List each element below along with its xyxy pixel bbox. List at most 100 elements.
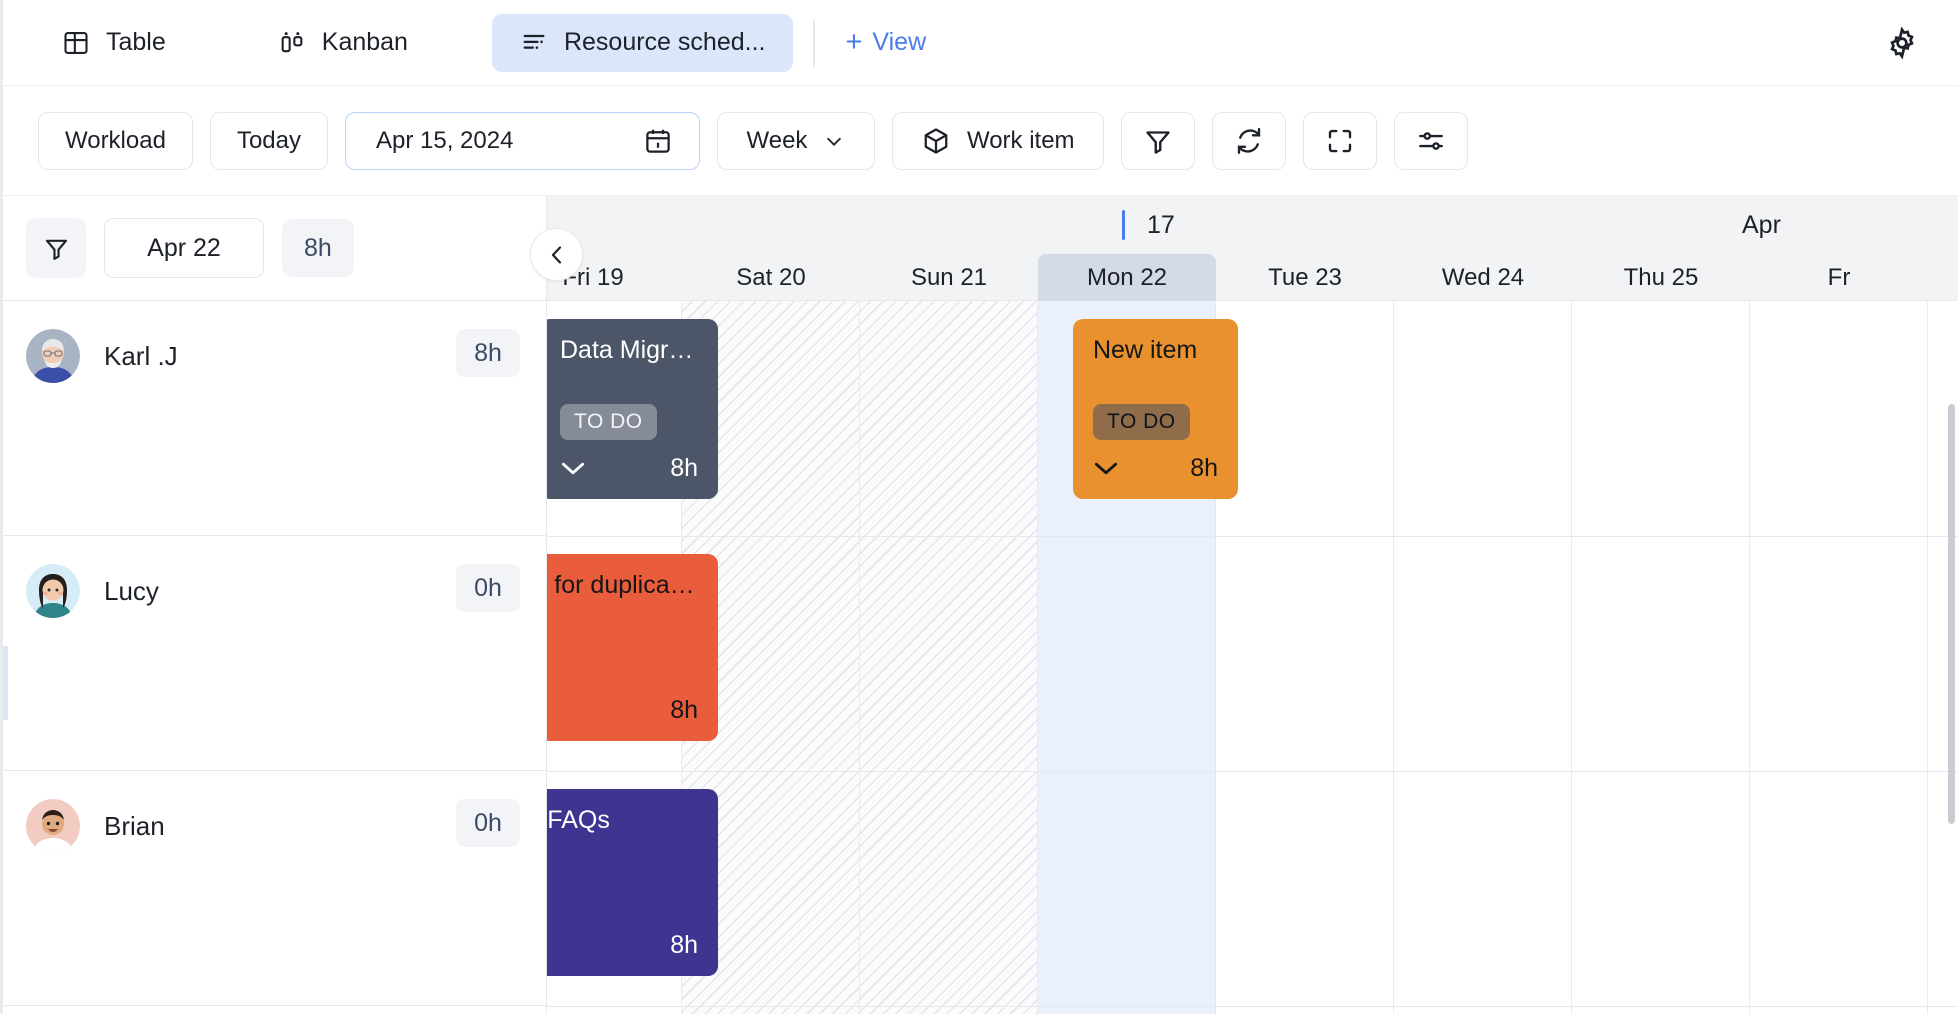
view-bar-right	[1880, 21, 1958, 65]
table-icon	[62, 29, 90, 57]
refresh-button[interactable]	[1212, 112, 1286, 170]
timeline-month-label: Apr	[1742, 196, 1781, 254]
date-picker[interactable]: Apr 15, 2024	[345, 112, 700, 170]
timeline-day-label: Sun 21	[911, 264, 987, 292]
avatar-brian	[26, 799, 80, 853]
timeline-month-label: 17	[1122, 196, 1175, 254]
task-card-hours: 8h	[1190, 454, 1218, 483]
zoom-level-label: Week	[747, 127, 808, 155]
tab-resource-scheduler-label: Resource sched...	[564, 28, 766, 57]
zoom-level-select[interactable]: Week	[717, 112, 875, 170]
collapse-panel-button[interactable]	[530, 228, 583, 281]
resource-total-hours: 8h	[282, 219, 354, 277]
task-card-hours: 8h	[670, 454, 698, 483]
cube-icon	[921, 126, 951, 156]
timeline-task-card[interactable]: Data Migra...TO DO8h	[540, 319, 718, 499]
resource-row-karl[interactable]: Karl .J 8h	[0, 301, 546, 536]
resource-hours-badge: 0h	[456, 564, 520, 612]
resource-total-hours-value: 8h	[304, 234, 332, 263]
kanban-icon	[278, 29, 306, 57]
timeline-day-label: Wed 24	[1442, 264, 1524, 292]
resource-scheduler-app: Table Kanban	[0, 0, 1958, 1014]
task-card-footer: 8h	[1093, 454, 1218, 483]
timeline-day-column[interactable]	[1394, 301, 1572, 1014]
timeline-day-header[interactable]: Sat 20	[682, 254, 860, 301]
timeline-task-card[interactable]: New item TO DO8h	[1073, 319, 1238, 499]
tab-kanban-label: Kanban	[322, 28, 408, 57]
chevron-left-icon	[545, 243, 569, 267]
view-tab-bar: Table Kanban	[0, 0, 1958, 86]
today-button[interactable]: Today	[210, 112, 328, 170]
vertical-scrollbar[interactable]	[1948, 404, 1955, 824]
timeline-day-label: Thu 25	[1624, 264, 1699, 292]
workload-button[interactable]: Workload	[38, 112, 193, 170]
timeline-day-label: Mon 22	[1087, 264, 1167, 292]
task-card-hours: 8h	[670, 696, 698, 725]
refresh-icon	[1234, 126, 1264, 156]
resource-panel-header: Apr 22 8h	[0, 196, 546, 301]
task-status-badge: TO DO	[1093, 404, 1190, 440]
resource-hours-badge: 8h	[456, 329, 520, 377]
timeline-weekend-column[interactable]	[860, 301, 1038, 1014]
calendar-icon	[643, 126, 673, 156]
date-picker-value: Apr 15, 2024	[376, 127, 513, 155]
workload-label: Workload	[65, 127, 166, 155]
resource-filter-button[interactable]	[26, 218, 86, 278]
task-card-title: New item	[1093, 335, 1218, 365]
timeline-day-column[interactable]	[1216, 301, 1394, 1014]
resource-panel: Apr 22 8h	[0, 196, 547, 1014]
chevron-down-icon	[823, 130, 845, 152]
sliders-icon	[1416, 126, 1446, 156]
display-settings-button[interactable]	[1394, 112, 1468, 170]
timeline-day-header[interactable]: Mon 22	[1038, 254, 1216, 301]
task-expand-chevron-icon[interactable]	[1093, 461, 1119, 476]
resource-row-lucy[interactable]: Lucy 0h	[0, 536, 546, 771]
toolbar-divider	[813, 19, 815, 67]
timeline-day-header[interactable]: Sun 21	[860, 254, 1038, 301]
resource-scheduler-icon	[520, 29, 548, 57]
resource-scheduler-grid: Apr17Apr Fri 19Sat 20Sun 21Mon 22Tue 23W…	[0, 196, 1958, 1014]
tab-resource-scheduler[interactable]: Resource sched...	[492, 14, 794, 72]
resource-row-brian[interactable]: Brian 0h	[0, 771, 546, 1006]
add-view-button[interactable]: + View	[835, 28, 936, 57]
avatar-karl	[26, 329, 80, 383]
tab-table-label: Table	[106, 28, 166, 57]
avatar-lucy	[26, 564, 80, 618]
task-expand-chevron-icon[interactable]	[560, 461, 586, 476]
add-view-label: View	[872, 28, 926, 57]
tab-table[interactable]: Table	[34, 14, 194, 72]
view-tabs: Table Kanban	[0, 0, 936, 85]
gear-icon[interactable]	[1880, 21, 1924, 65]
task-card-title: Data Migra...	[560, 335, 698, 365]
timeline-day-header[interactable]: Fr	[1750, 254, 1928, 301]
timeline-day-header[interactable]: Tue 23	[1216, 254, 1394, 301]
timeline-day-header[interactable]: Thu 25	[1572, 254, 1750, 301]
task-card-hours: 8h	[670, 931, 698, 960]
resource-hours-badge: 0h	[456, 799, 520, 847]
resource-name-label: Lucy	[104, 564, 159, 618]
week-marker	[1122, 210, 1125, 240]
work-item-button[interactable]: Work item	[892, 112, 1104, 170]
fullscreen-icon	[1325, 126, 1355, 156]
scheduler-toolbar: Workload Today Apr 15, 2024 Week	[0, 86, 1958, 196]
plus-icon: +	[845, 28, 862, 57]
task-card-footer: 8h	[560, 454, 698, 483]
filter-button[interactable]	[1121, 112, 1195, 170]
timeline-day-column[interactable]	[1572, 301, 1750, 1014]
today-label: Today	[237, 127, 301, 155]
work-item-label: Work item	[967, 127, 1075, 155]
timeline-day-header[interactable]: Wed 24	[1394, 254, 1572, 301]
window-left-border	[0, 0, 3, 1014]
timeline-day-label: Tue 23	[1268, 264, 1342, 292]
timeline-day-label: Fr	[1828, 264, 1851, 292]
resource-name-label: Brian	[104, 799, 165, 853]
resource-date-label: Apr 22	[147, 234, 221, 263]
resource-name-label: Karl .J	[104, 329, 178, 383]
fullscreen-button[interactable]	[1303, 112, 1377, 170]
funnel-icon	[1143, 126, 1173, 156]
timeline-month-text: Apr	[1742, 211, 1781, 240]
timeline-day-column[interactable]	[1750, 301, 1928, 1014]
timeline-month-text: 17	[1147, 211, 1175, 240]
resource-date-button[interactable]: Apr 22	[104, 218, 264, 278]
tab-kanban[interactable]: Kanban	[250, 14, 436, 72]
